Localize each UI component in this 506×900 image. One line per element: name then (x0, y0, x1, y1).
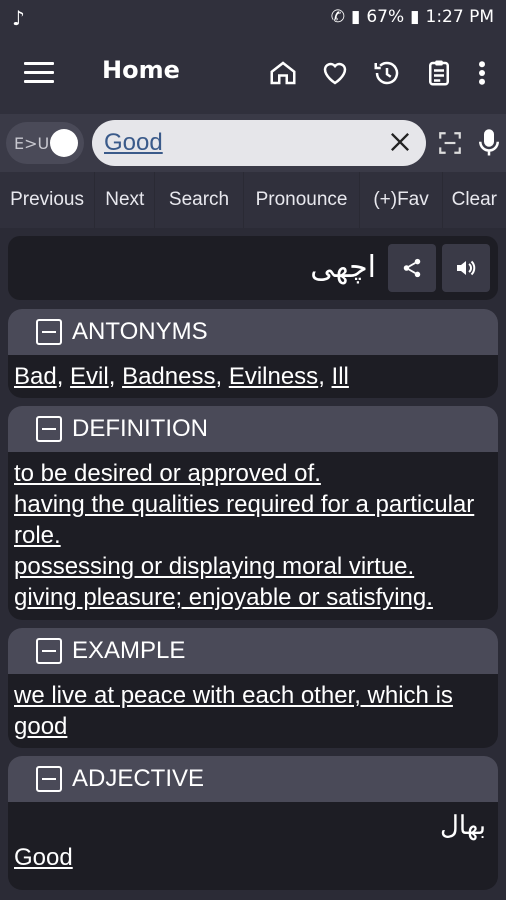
overflow-menu-button[interactable] (472, 54, 492, 92)
definition-title: DEFINITION (72, 415, 208, 442)
collapse-icon (36, 416, 62, 442)
search-row: E>U Good (0, 114, 506, 172)
next-button[interactable]: Next (95, 172, 156, 228)
battery-percent: 67% (366, 7, 405, 27)
home-button[interactable] (264, 54, 302, 92)
page-title: Home (102, 56, 180, 84)
voice-input-button[interactable] (478, 128, 500, 162)
toggle-knob (50, 129, 78, 157)
definition-section: DEFINITION to be desired or approved of.… (8, 406, 498, 620)
definition-list: to be desired or approved of. having the… (8, 452, 498, 620)
close-icon (391, 133, 409, 151)
search-input[interactable]: Good (92, 120, 426, 166)
previous-button[interactable]: Previous (0, 172, 96, 228)
favorites-button[interactable] (316, 54, 354, 92)
status-bar: ♪ ✆ ▮ 67% ▮ 1:27 PM (0, 0, 506, 36)
antonym-link[interactable]: Badness (122, 363, 215, 390)
antonyms-list: Bad, Evil, Badness, Evilness, Ill (14, 363, 349, 390)
music-note-icon: ♪ (12, 6, 25, 30)
clipboard-button[interactable] (420, 54, 458, 92)
adjective-section: ADJECTIVE بھال Good (8, 756, 498, 890)
example-text: we live at peace with each other, which … (8, 674, 498, 748)
app-bar: Home (0, 36, 506, 114)
search-value: Good (104, 129, 163, 156)
share-button[interactable] (388, 244, 436, 292)
add-favorite-button[interactable]: (+)Fav (360, 172, 443, 228)
example-sentence[interactable]: we live at peace with each other, which … (14, 682, 453, 740)
definition-line[interactable]: having the qualities required for a part… (14, 489, 492, 551)
action-toolbar: Previous Next Search Pronounce (+)Fav Cl… (0, 172, 506, 228)
adjective-header[interactable]: ADJECTIVE (8, 756, 498, 802)
heart-icon (323, 62, 347, 85)
antonym-link[interactable]: Bad (14, 363, 57, 390)
collapse-icon (36, 766, 62, 792)
antonyms-header[interactable]: ANTONYMS (8, 309, 498, 355)
definition-line[interactable]: giving pleasure; enjoyable or satisfying… (14, 582, 492, 613)
results-panel: اچھی ANTONYMS Bad, Evil, Badness, Evilne… (0, 228, 506, 900)
scan-icon (439, 132, 461, 154)
translation-card: اچھی (8, 236, 498, 300)
menu-button[interactable] (24, 62, 54, 86)
history-button[interactable] (368, 54, 406, 92)
antonyms-title: ANTONYMS (72, 318, 208, 345)
speak-translation-button[interactable] (442, 244, 490, 292)
antonym-link[interactable]: Ill (332, 363, 349, 390)
collapse-icon (36, 638, 62, 664)
definition-header[interactable]: DEFINITION (8, 406, 498, 452)
example-header[interactable]: EXAMPLE (8, 628, 498, 674)
search-button[interactable]: Search (155, 172, 244, 228)
speaker-icon (457, 260, 476, 276)
adjective-urdu: بھال (439, 810, 486, 840)
language-toggle-label: E>U (14, 134, 50, 153)
adjective-word[interactable]: Good (14, 842, 492, 873)
signal-icon: ▮ (350, 7, 361, 27)
clear-button[interactable]: Clear (443, 172, 506, 228)
definition-line[interactable]: to be desired or approved of. (14, 458, 492, 489)
antonyms-section: ANTONYMS Bad, Evil, Badness, Evilness, I… (8, 309, 498, 398)
wifi-call-icon: ✆ (330, 7, 345, 27)
home-icon (270, 61, 296, 85)
example-section: EXAMPLE we live at peace with each other… (8, 628, 498, 748)
battery-icon: ▮ (410, 7, 420, 27)
antonym-link[interactable]: Evilness (229, 363, 318, 390)
antonym-link[interactable]: Evil (70, 363, 109, 390)
clipboard-icon (429, 60, 449, 86)
collapse-icon (36, 319, 62, 345)
example-title: EXAMPLE (72, 637, 186, 664)
adjective-title: ADJECTIVE (72, 765, 205, 792)
clear-search-button[interactable] (386, 128, 414, 160)
ocr-scan-button[interactable] (436, 130, 464, 160)
pronounce-button[interactable]: Pronounce (244, 172, 361, 228)
translation-text: اچھی (310, 250, 376, 285)
share-icon (403, 258, 421, 278)
language-toggle[interactable]: E>U (6, 122, 84, 164)
more-vert-icon (479, 61, 485, 85)
definition-line[interactable]: possessing or displaying moral virtue. (14, 551, 492, 582)
clock: 1:27 PM (425, 7, 495, 27)
microphone-icon (479, 129, 499, 156)
history-icon (374, 61, 399, 85)
